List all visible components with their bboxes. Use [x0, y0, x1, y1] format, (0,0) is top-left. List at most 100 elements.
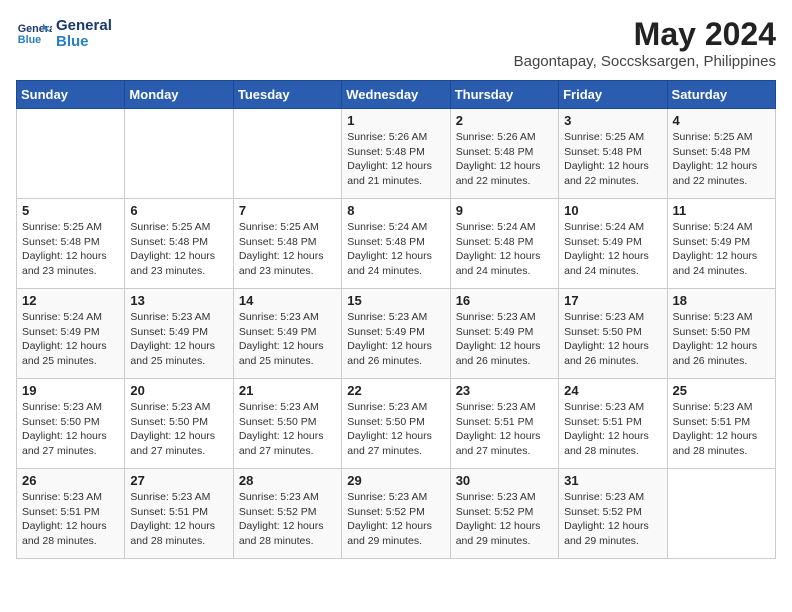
- calendar-cell: 14Sunrise: 5:23 AM Sunset: 5:49 PM Dayli…: [233, 289, 341, 379]
- weekday-header-monday: Monday: [125, 81, 233, 109]
- day-info: Sunrise: 5:23 AM Sunset: 5:49 PM Dayligh…: [347, 310, 444, 369]
- day-number: 4: [673, 113, 770, 128]
- day-number: 6: [130, 203, 227, 218]
- day-info: Sunrise: 5:23 AM Sunset: 5:51 PM Dayligh…: [564, 400, 661, 459]
- day-info: Sunrise: 5:23 AM Sunset: 5:50 PM Dayligh…: [564, 310, 661, 369]
- day-info: Sunrise: 5:23 AM Sunset: 5:50 PM Dayligh…: [673, 310, 770, 369]
- day-number: 17: [564, 293, 661, 308]
- calendar-cell: 10 Sunrise: 5:24 AM Sunset: 5:49 PM Dayli…: [559, 199, 667, 289]
- day-info: Sunrise: 5:23 AM Sunset: 5:50 PM Dayligh…: [22, 400, 119, 459]
- day-number: 16: [456, 293, 553, 308]
- day-number: 26: [22, 473, 119, 488]
- calendar-cell: 23 Sunrise: 5:23 AM Sunset: 5:51 PM Dayli…: [450, 379, 558, 469]
- calendar-cell: 20 Sunrise: 5:23 AM Sunset: 5:50 PM Dayli…: [125, 379, 233, 469]
- calendar-cell: 28Sunrise: 5:23 AM Sunset: 5:52 PM Dayli…: [233, 469, 341, 559]
- day-info: Sunrise: 5:24 AM Sunset: 5:49 PM Dayligh…: [22, 310, 119, 369]
- day-number: 30: [456, 473, 553, 488]
- day-info: Sunrise: 5:23 AM Sunset: 5:51 PM Dayligh…: [456, 400, 553, 459]
- day-number: 9: [456, 203, 553, 218]
- calendar-cell: 17 Sunrise: 5:23 AM Sunset: 5:50 PM Dayli…: [559, 289, 667, 379]
- calendar-cell: 13 Sunrise: 5:23 AM Sunset: 5:49 PM Dayli…: [125, 289, 233, 379]
- day-info: Sunrise: 5:23 AM Sunset: 5:49 PM Dayligh…: [456, 310, 553, 369]
- calendar-cell: 6 Sunrise: 5:25 AM Sunset: 5:48 PM Daylig…: [125, 199, 233, 289]
- weekday-header-tuesday: Tuesday: [233, 81, 341, 109]
- day-info: Sunrise: 5:24 AM Sunset: 5:49 PM Dayligh…: [564, 220, 661, 279]
- calendar-cell: 31Sunrise: 5:23 AM Sunset: 5:52 PM Dayli…: [559, 469, 667, 559]
- day-number: 20: [130, 383, 227, 398]
- calendar-week-3: 12 Sunrise: 5:24 AM Sunset: 5:49 PM Dayli…: [17, 289, 776, 379]
- day-info: Sunrise: 5:23 AM Sunset: 5:50 PM Dayligh…: [130, 400, 227, 459]
- calendar-cell: 27Sunrise: 5:23 AM Sunset: 5:51 PM Dayli…: [125, 469, 233, 559]
- day-info: Sunrise: 5:24 AM Sunset: 5:48 PM Dayligh…: [456, 220, 553, 279]
- weekday-header-wednesday: Wednesday: [342, 81, 450, 109]
- day-info: Sunrise: 5:25 AM Sunset: 5:48 PM Dayligh…: [22, 220, 119, 279]
- day-info: Sunrise: 5:25 AM Sunset: 5:48 PM Dayligh…: [673, 130, 770, 189]
- calendar-cell: 18 Sunrise: 5:23 AM Sunset: 5:50 PM Dayli…: [667, 289, 775, 379]
- day-info: Sunrise: 5:23 AM Sunset: 5:51 PM Dayligh…: [673, 400, 770, 459]
- weekday-header-row: SundayMondayTuesdayWednesdayThursdayFrid…: [17, 81, 776, 109]
- calendar-cell: 5 Sunrise: 5:25 AM Sunset: 5:48 PM Daylig…: [17, 199, 125, 289]
- calendar-cell: 16 Sunrise: 5:23 AM Sunset: 5:49 PM Dayli…: [450, 289, 558, 379]
- calendar-cell: 11Sunrise: 5:24 AM Sunset: 5:49 PM Dayli…: [667, 199, 775, 289]
- calendar-cell: 30Sunrise: 5:23 AM Sunset: 5:52 PM Dayli…: [450, 469, 558, 559]
- day-number: 25: [673, 383, 770, 398]
- calendar-cell: 9 Sunrise: 5:24 AM Sunset: 5:48 PM Daylig…: [450, 199, 558, 289]
- calendar-cell: 22Sunrise: 5:23 AM Sunset: 5:50 PM Dayli…: [342, 379, 450, 469]
- day-info: Sunrise: 5:23 AM Sunset: 5:51 PM Dayligh…: [130, 490, 227, 549]
- calendar-cell: [233, 109, 341, 199]
- day-info: Sunrise: 5:23 AM Sunset: 5:51 PM Dayligh…: [22, 490, 119, 549]
- weekday-header-saturday: Saturday: [667, 81, 775, 109]
- day-number: 11: [673, 203, 770, 218]
- day-number: 28: [239, 473, 336, 488]
- day-number: 14: [239, 293, 336, 308]
- calendar-week-1: 1 Sunrise: 5:26 AM Sunset: 5:48 PM Daylig…: [17, 109, 776, 199]
- calendar-cell: 7 Sunrise: 5:25 AM Sunset: 5:48 PM Daylig…: [233, 199, 341, 289]
- calendar-cell: [17, 109, 125, 199]
- day-number: 1: [347, 113, 444, 128]
- day-number: 31: [564, 473, 661, 488]
- day-info: Sunrise: 5:26 AM Sunset: 5:48 PM Dayligh…: [347, 130, 444, 189]
- calendar-title: May 2024: [514, 16, 776, 53]
- day-info: Sunrise: 5:25 AM Sunset: 5:48 PM Dayligh…: [564, 130, 661, 189]
- calendar-cell: 3 Sunrise: 5:25 AM Sunset: 5:48 PM Daylig…: [559, 109, 667, 199]
- logo-blue: Blue: [56, 34, 112, 51]
- day-info: Sunrise: 5:25 AM Sunset: 5:48 PM Dayligh…: [239, 220, 336, 279]
- calendar-week-5: 26 Sunrise: 5:23 AM Sunset: 5:51 PM Dayli…: [17, 469, 776, 559]
- calendar-week-2: 5 Sunrise: 5:25 AM Sunset: 5:48 PM Daylig…: [17, 199, 776, 289]
- general-blue-logo-icon: General Blue: [16, 16, 52, 52]
- weekday-header-sunday: Sunday: [17, 81, 125, 109]
- calendar-cell: 21Sunrise: 5:23 AM Sunset: 5:50 PM Dayli…: [233, 379, 341, 469]
- calendar-cell: 19Sunrise: 5:23 AM Sunset: 5:50 PM Dayli…: [17, 379, 125, 469]
- day-number: 13: [130, 293, 227, 308]
- day-number: 23: [456, 383, 553, 398]
- day-info: Sunrise: 5:26 AM Sunset: 5:48 PM Dayligh…: [456, 130, 553, 189]
- calendar-cell: [667, 469, 775, 559]
- day-info: Sunrise: 5:23 AM Sunset: 5:49 PM Dayligh…: [130, 310, 227, 369]
- calendar-cell: [125, 109, 233, 199]
- calendar-cell: 26 Sunrise: 5:23 AM Sunset: 5:51 PM Dayli…: [17, 469, 125, 559]
- day-number: 8: [347, 203, 444, 218]
- calendar-cell: 4 Sunrise: 5:25 AM Sunset: 5:48 PM Daylig…: [667, 109, 775, 199]
- calendar-subtitle: Bagontapay, Soccsksargen, Philippines: [514, 53, 776, 70]
- day-number: 12: [22, 293, 119, 308]
- day-number: 18: [673, 293, 770, 308]
- day-info: Sunrise: 5:24 AM Sunset: 5:48 PM Dayligh…: [347, 220, 444, 279]
- weekday-header-friday: Friday: [559, 81, 667, 109]
- day-number: 2: [456, 113, 553, 128]
- weekday-header-thursday: Thursday: [450, 81, 558, 109]
- calendar-cell: 24Sunrise: 5:23 AM Sunset: 5:51 PM Dayli…: [559, 379, 667, 469]
- day-info: Sunrise: 5:25 AM Sunset: 5:48 PM Dayligh…: [130, 220, 227, 279]
- day-info: Sunrise: 5:23 AM Sunset: 5:50 PM Dayligh…: [347, 400, 444, 459]
- calendar-cell: 2 Sunrise: 5:26 AM Sunset: 5:48 PM Daylig…: [450, 109, 558, 199]
- day-number: 3: [564, 113, 661, 128]
- logo: General Blue General Blue: [16, 16, 112, 52]
- logo-general: General: [56, 18, 112, 35]
- header: General Blue General Blue May 2024 Bagon…: [16, 16, 776, 70]
- day-number: 29: [347, 473, 444, 488]
- day-number: 7: [239, 203, 336, 218]
- day-number: 10: [564, 203, 661, 218]
- calendar-cell: 12 Sunrise: 5:24 AM Sunset: 5:49 PM Dayli…: [17, 289, 125, 379]
- day-info: Sunrise: 5:23 AM Sunset: 5:52 PM Dayligh…: [347, 490, 444, 549]
- day-number: 5: [22, 203, 119, 218]
- day-info: Sunrise: 5:23 AM Sunset: 5:50 PM Dayligh…: [239, 400, 336, 459]
